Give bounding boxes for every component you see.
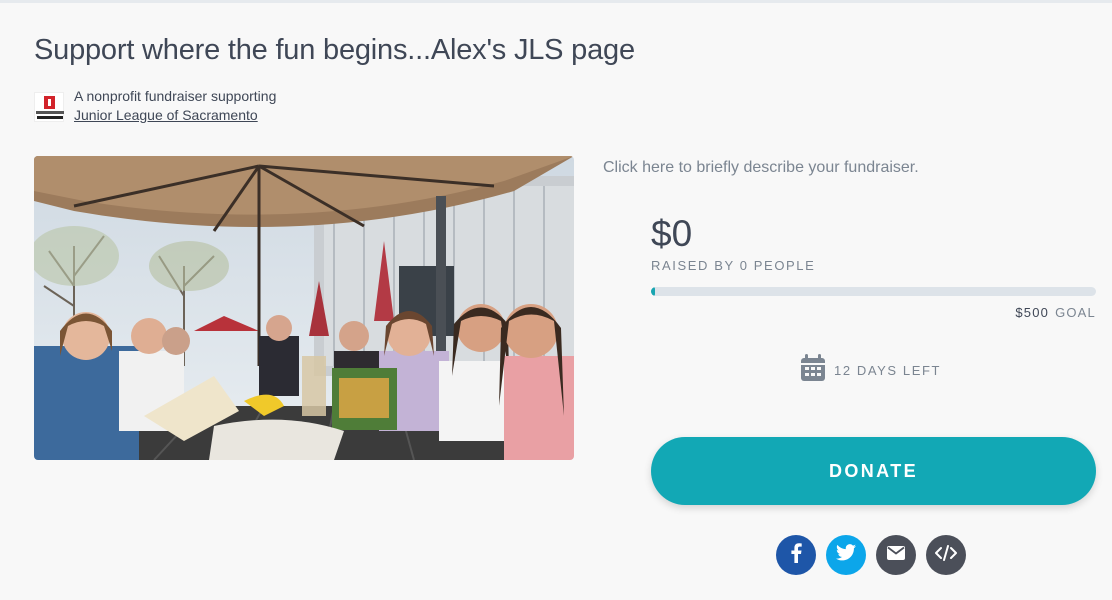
code-icon bbox=[935, 544, 957, 566]
supporting-text: A nonprofit fundraiser supporting bbox=[74, 88, 277, 104]
raised-by-label: RAISED BY 0 PEOPLE bbox=[651, 258, 816, 273]
junior-league-logo-icon bbox=[34, 92, 64, 122]
goal-info: $500 GOAL bbox=[1015, 305, 1096, 320]
facebook-share-button[interactable] bbox=[776, 535, 816, 575]
top-divider bbox=[0, 0, 1112, 3]
calendar-icon bbox=[800, 353, 826, 387]
twitter-icon bbox=[836, 544, 856, 566]
page-title: Support where the fun begins...Alex's JL… bbox=[34, 34, 635, 66]
share-buttons bbox=[776, 535, 976, 575]
email-icon bbox=[887, 545, 905, 565]
progress-bar bbox=[651, 287, 1096, 296]
hero-image bbox=[34, 156, 574, 460]
progress-fill bbox=[651, 287, 656, 296]
organization-info: A nonprofit fundraiser supporting Junior… bbox=[74, 87, 276, 125]
raised-amount: $0 bbox=[651, 213, 693, 254]
donate-button[interactable]: DONATE bbox=[651, 437, 1096, 505]
organization-row: A nonprofit fundraiser supporting Junior… bbox=[34, 87, 276, 125]
days-left-label: 12 DAYS LEFT bbox=[834, 362, 942, 378]
facebook-icon bbox=[789, 542, 803, 568]
embed-share-button[interactable] bbox=[926, 535, 966, 575]
twitter-share-button[interactable] bbox=[826, 535, 866, 575]
organization-link[interactable]: Junior League of Sacramento bbox=[74, 107, 258, 123]
days-left: 12 DAYS LEFT bbox=[800, 353, 942, 387]
goal-amount: $500 bbox=[1015, 305, 1050, 320]
fundraiser-description[interactable]: Click here to briefly describe your fund… bbox=[603, 159, 919, 177]
email-share-button[interactable] bbox=[876, 535, 916, 575]
goal-label: GOAL bbox=[1055, 305, 1096, 320]
